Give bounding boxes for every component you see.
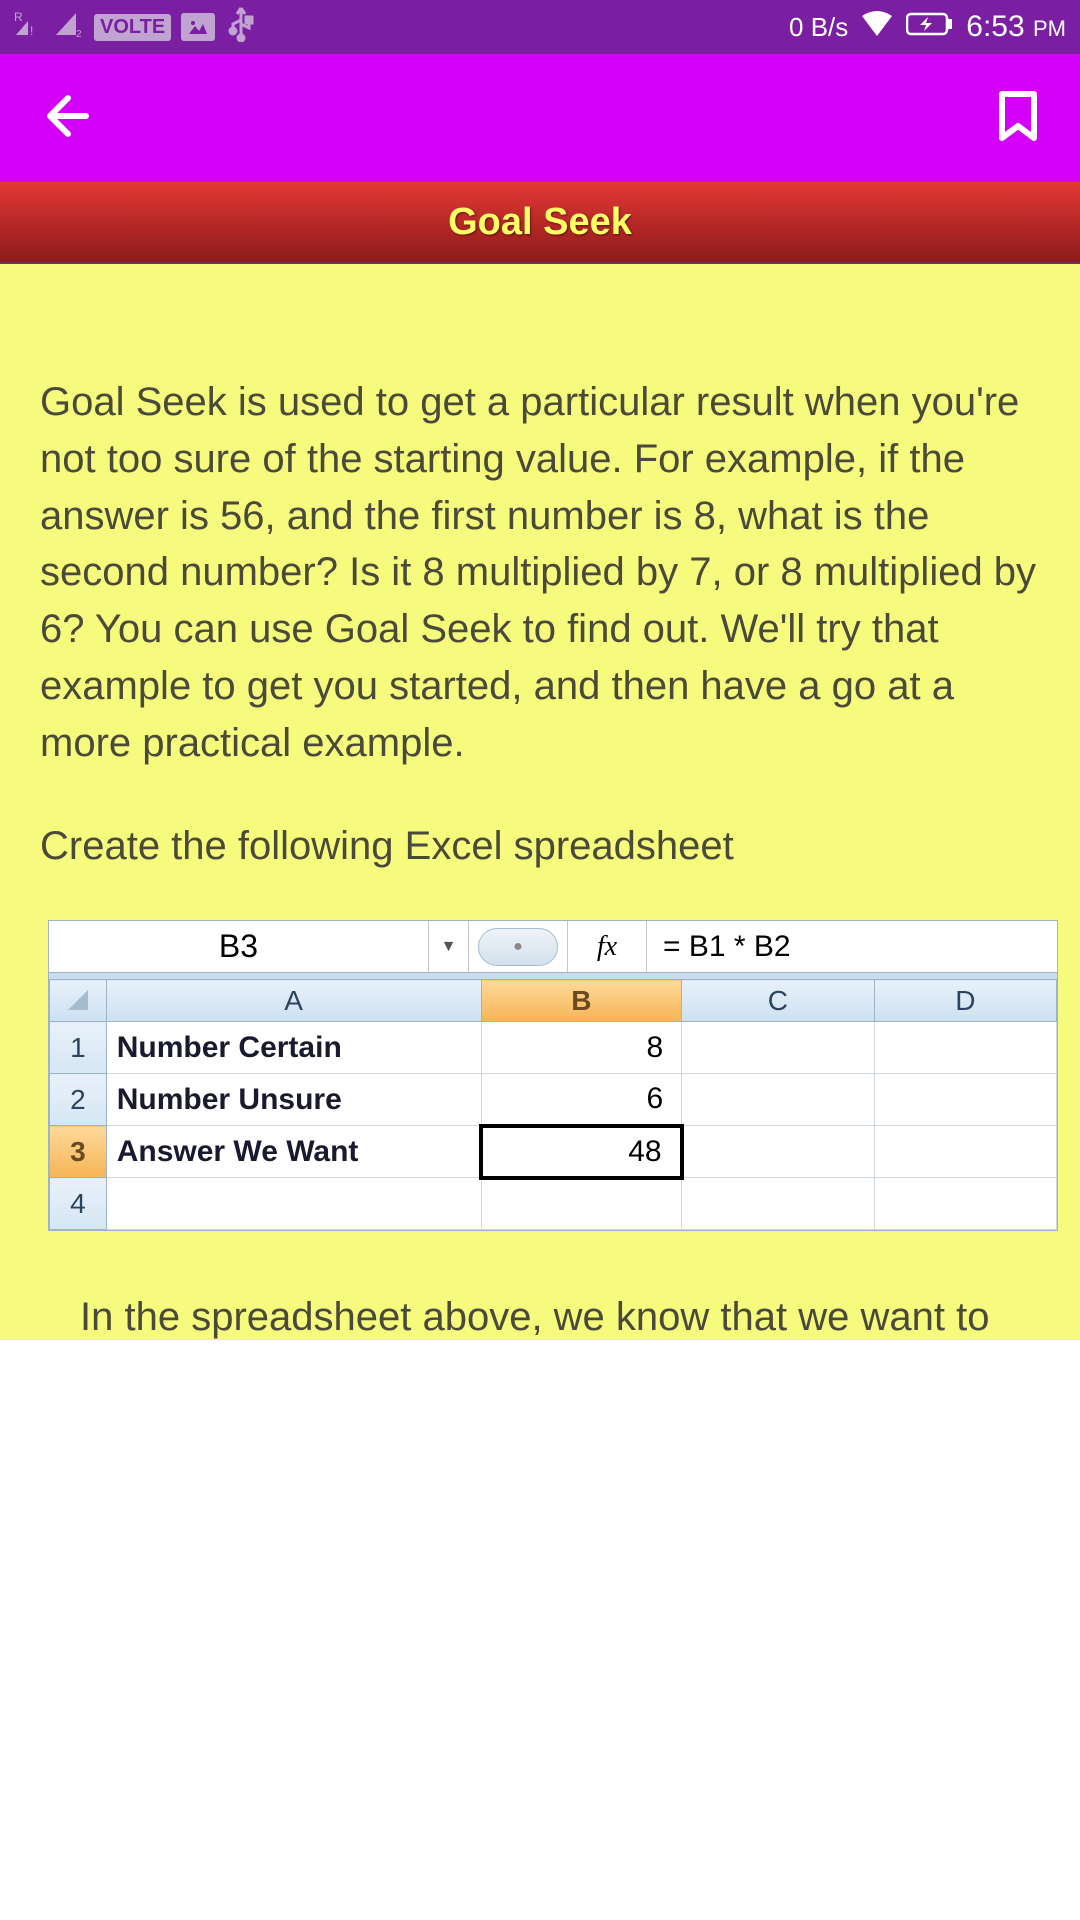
cell-a2: Number Unsure xyxy=(106,1074,481,1126)
formula-bar: B3 ▼ ● fx = B1 * B2 xyxy=(49,921,1057,973)
followup-paragraph: In the spreadsheet above, we know that w… xyxy=(80,1289,1000,1340)
svg-text:!: ! xyxy=(30,24,33,37)
wifi-icon xyxy=(860,10,894,45)
usb-icon xyxy=(225,6,257,49)
fx-oval: ● xyxy=(469,921,567,972)
bottom-blank xyxy=(0,1340,1080,1920)
cell-b4 xyxy=(481,1178,682,1230)
cell-c3 xyxy=(682,1126,874,1178)
cell-b3: 48 xyxy=(481,1126,682,1178)
intro-paragraph: Goal Seek is used to get a particular re… xyxy=(40,374,1040,772)
instruction-paragraph: Create the following Excel spreadsheet xyxy=(40,818,1040,875)
cell-c1 xyxy=(682,1022,874,1074)
network-rate: 0 B/s xyxy=(789,12,848,43)
cell-d4 xyxy=(874,1178,1056,1230)
title-band: Goal Seek xyxy=(0,182,1080,264)
battery-icon xyxy=(906,11,954,44)
svg-text:R: R xyxy=(14,11,23,24)
col-header-a: A xyxy=(106,980,481,1022)
spreadsheet-figure: B3 ▼ ● fx = B1 * B2 A B C D 1 Number Cer… xyxy=(48,920,1058,1231)
cell-c2 xyxy=(682,1074,874,1126)
formula-text: = B1 * B2 xyxy=(647,921,1057,972)
cell-b1: 8 xyxy=(481,1022,682,1074)
clock-time: 6:53 PM xyxy=(966,10,1066,44)
signal-icon-2: 2 xyxy=(54,11,84,44)
bookmark-icon[interactable] xyxy=(996,90,1040,147)
col-header-c: C xyxy=(682,980,874,1022)
cell-b2: 6 xyxy=(481,1074,682,1126)
status-bar: R! 2 VOLTE 0 B/s 6:53 PM xyxy=(0,0,1080,54)
cell-a3: Answer We Want xyxy=(106,1126,481,1178)
cell-a4 xyxy=(106,1178,481,1230)
row-header-2: 2 xyxy=(50,1074,107,1126)
back-icon[interactable] xyxy=(40,90,92,147)
signal-icon-1: R! xyxy=(14,11,44,44)
row-header-3: 3 xyxy=(50,1126,107,1178)
app-bar xyxy=(0,54,1080,182)
name-box: B3 xyxy=(49,921,429,972)
fx-icon: fx xyxy=(567,921,647,972)
corner-cell xyxy=(50,980,107,1022)
dropdown-icon: ▼ xyxy=(429,921,469,972)
row-header-4: 4 xyxy=(50,1178,107,1230)
page-title: Goal Seek xyxy=(448,201,632,244)
row-header-1: 1 xyxy=(50,1022,107,1074)
svg-text:2: 2 xyxy=(76,29,82,37)
col-header-d: D xyxy=(874,980,1056,1022)
cell-a1: Number Certain xyxy=(106,1022,481,1074)
cell-d2 xyxy=(874,1074,1056,1126)
picture-icon xyxy=(181,13,215,41)
cell-c4 xyxy=(682,1178,874,1230)
grid: A B C D 1 Number Certain 8 2 Number Unsu… xyxy=(49,979,1057,1230)
volte-badge: VOLTE xyxy=(94,14,171,41)
content-area[interactable]: Goal Seek is used to get a particular re… xyxy=(0,264,1080,1340)
col-header-b: B xyxy=(481,980,682,1022)
cell-d1 xyxy=(874,1022,1056,1074)
cell-d3 xyxy=(874,1126,1056,1178)
